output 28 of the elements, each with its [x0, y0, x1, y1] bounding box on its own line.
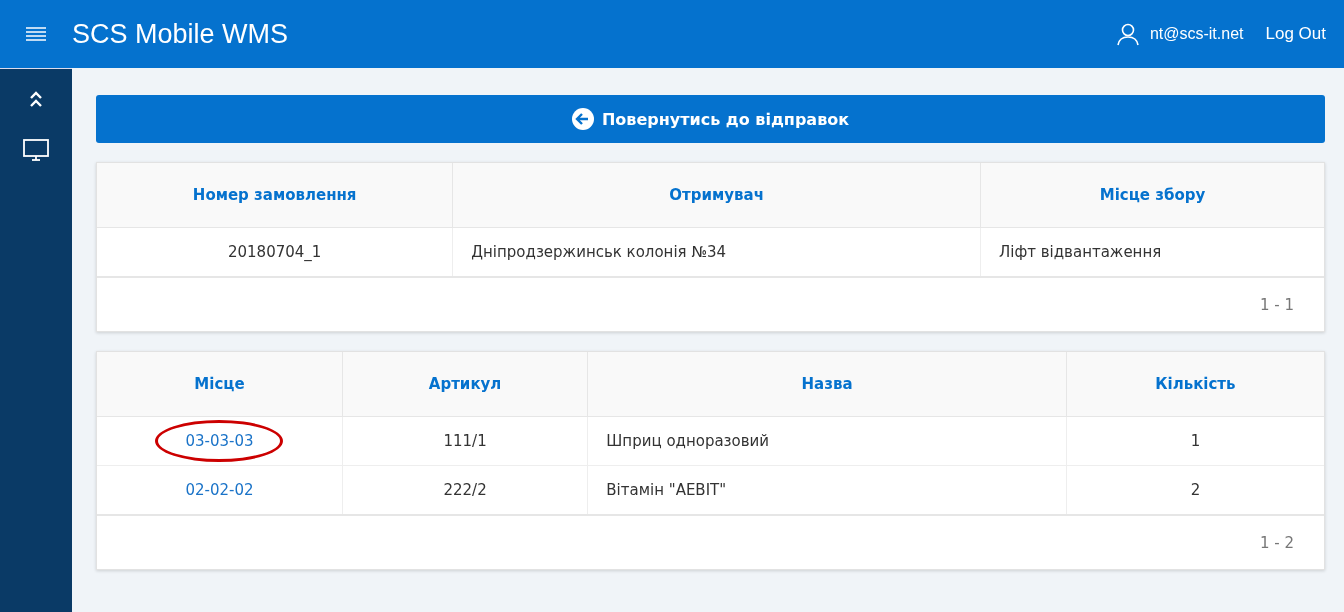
column-header[interactable]: Місце [97, 352, 343, 417]
table-cell: Дніпродзержинськ колонія №34 [452, 227, 981, 277]
location-link[interactable]: 02-02-02 [185, 481, 254, 499]
location-link[interactable]: 03-03-03 [185, 432, 254, 450]
user-icon [1115, 22, 1140, 46]
back-button[interactable]: Повернутись до відправок [96, 95, 1325, 143]
table-cell: 111/1 [342, 416, 588, 466]
app-title: SCS Mobile WMS [72, 18, 289, 50]
logout-link[interactable]: Log Out [1265, 24, 1326, 44]
column-header[interactable]: Місце збору [980, 163, 1324, 228]
table-cell: Ліфт відвантаження [980, 227, 1324, 277]
table-cell: 20180704_1 [97, 227, 453, 277]
monitor-icon[interactable] [23, 139, 49, 161]
table-cell: 222/2 [342, 465, 588, 515]
pagination-range: 1 - 2 [1259, 533, 1294, 552]
table-cell: Шприц одноразовий [587, 416, 1067, 466]
menu-icon[interactable] [26, 27, 46, 41]
column-header[interactable]: Кількість [1066, 352, 1324, 417]
pagination-range: 1 - 1 [1259, 295, 1294, 314]
column-header[interactable]: Артикул [342, 352, 588, 417]
table-cell: 2 [1066, 465, 1324, 515]
column-header[interactable]: Назва [587, 352, 1067, 417]
table-cell: Вітамін "AEBIT" [587, 465, 1067, 515]
user-email: nt@scs-it.net [1149, 25, 1244, 43]
collapse-icon[interactable] [29, 91, 43, 107]
table-cell: 1 [1066, 416, 1324, 466]
column-header[interactable]: Номер замовлення [97, 163, 453, 228]
column-header[interactable]: Отримувач [452, 163, 981, 228]
